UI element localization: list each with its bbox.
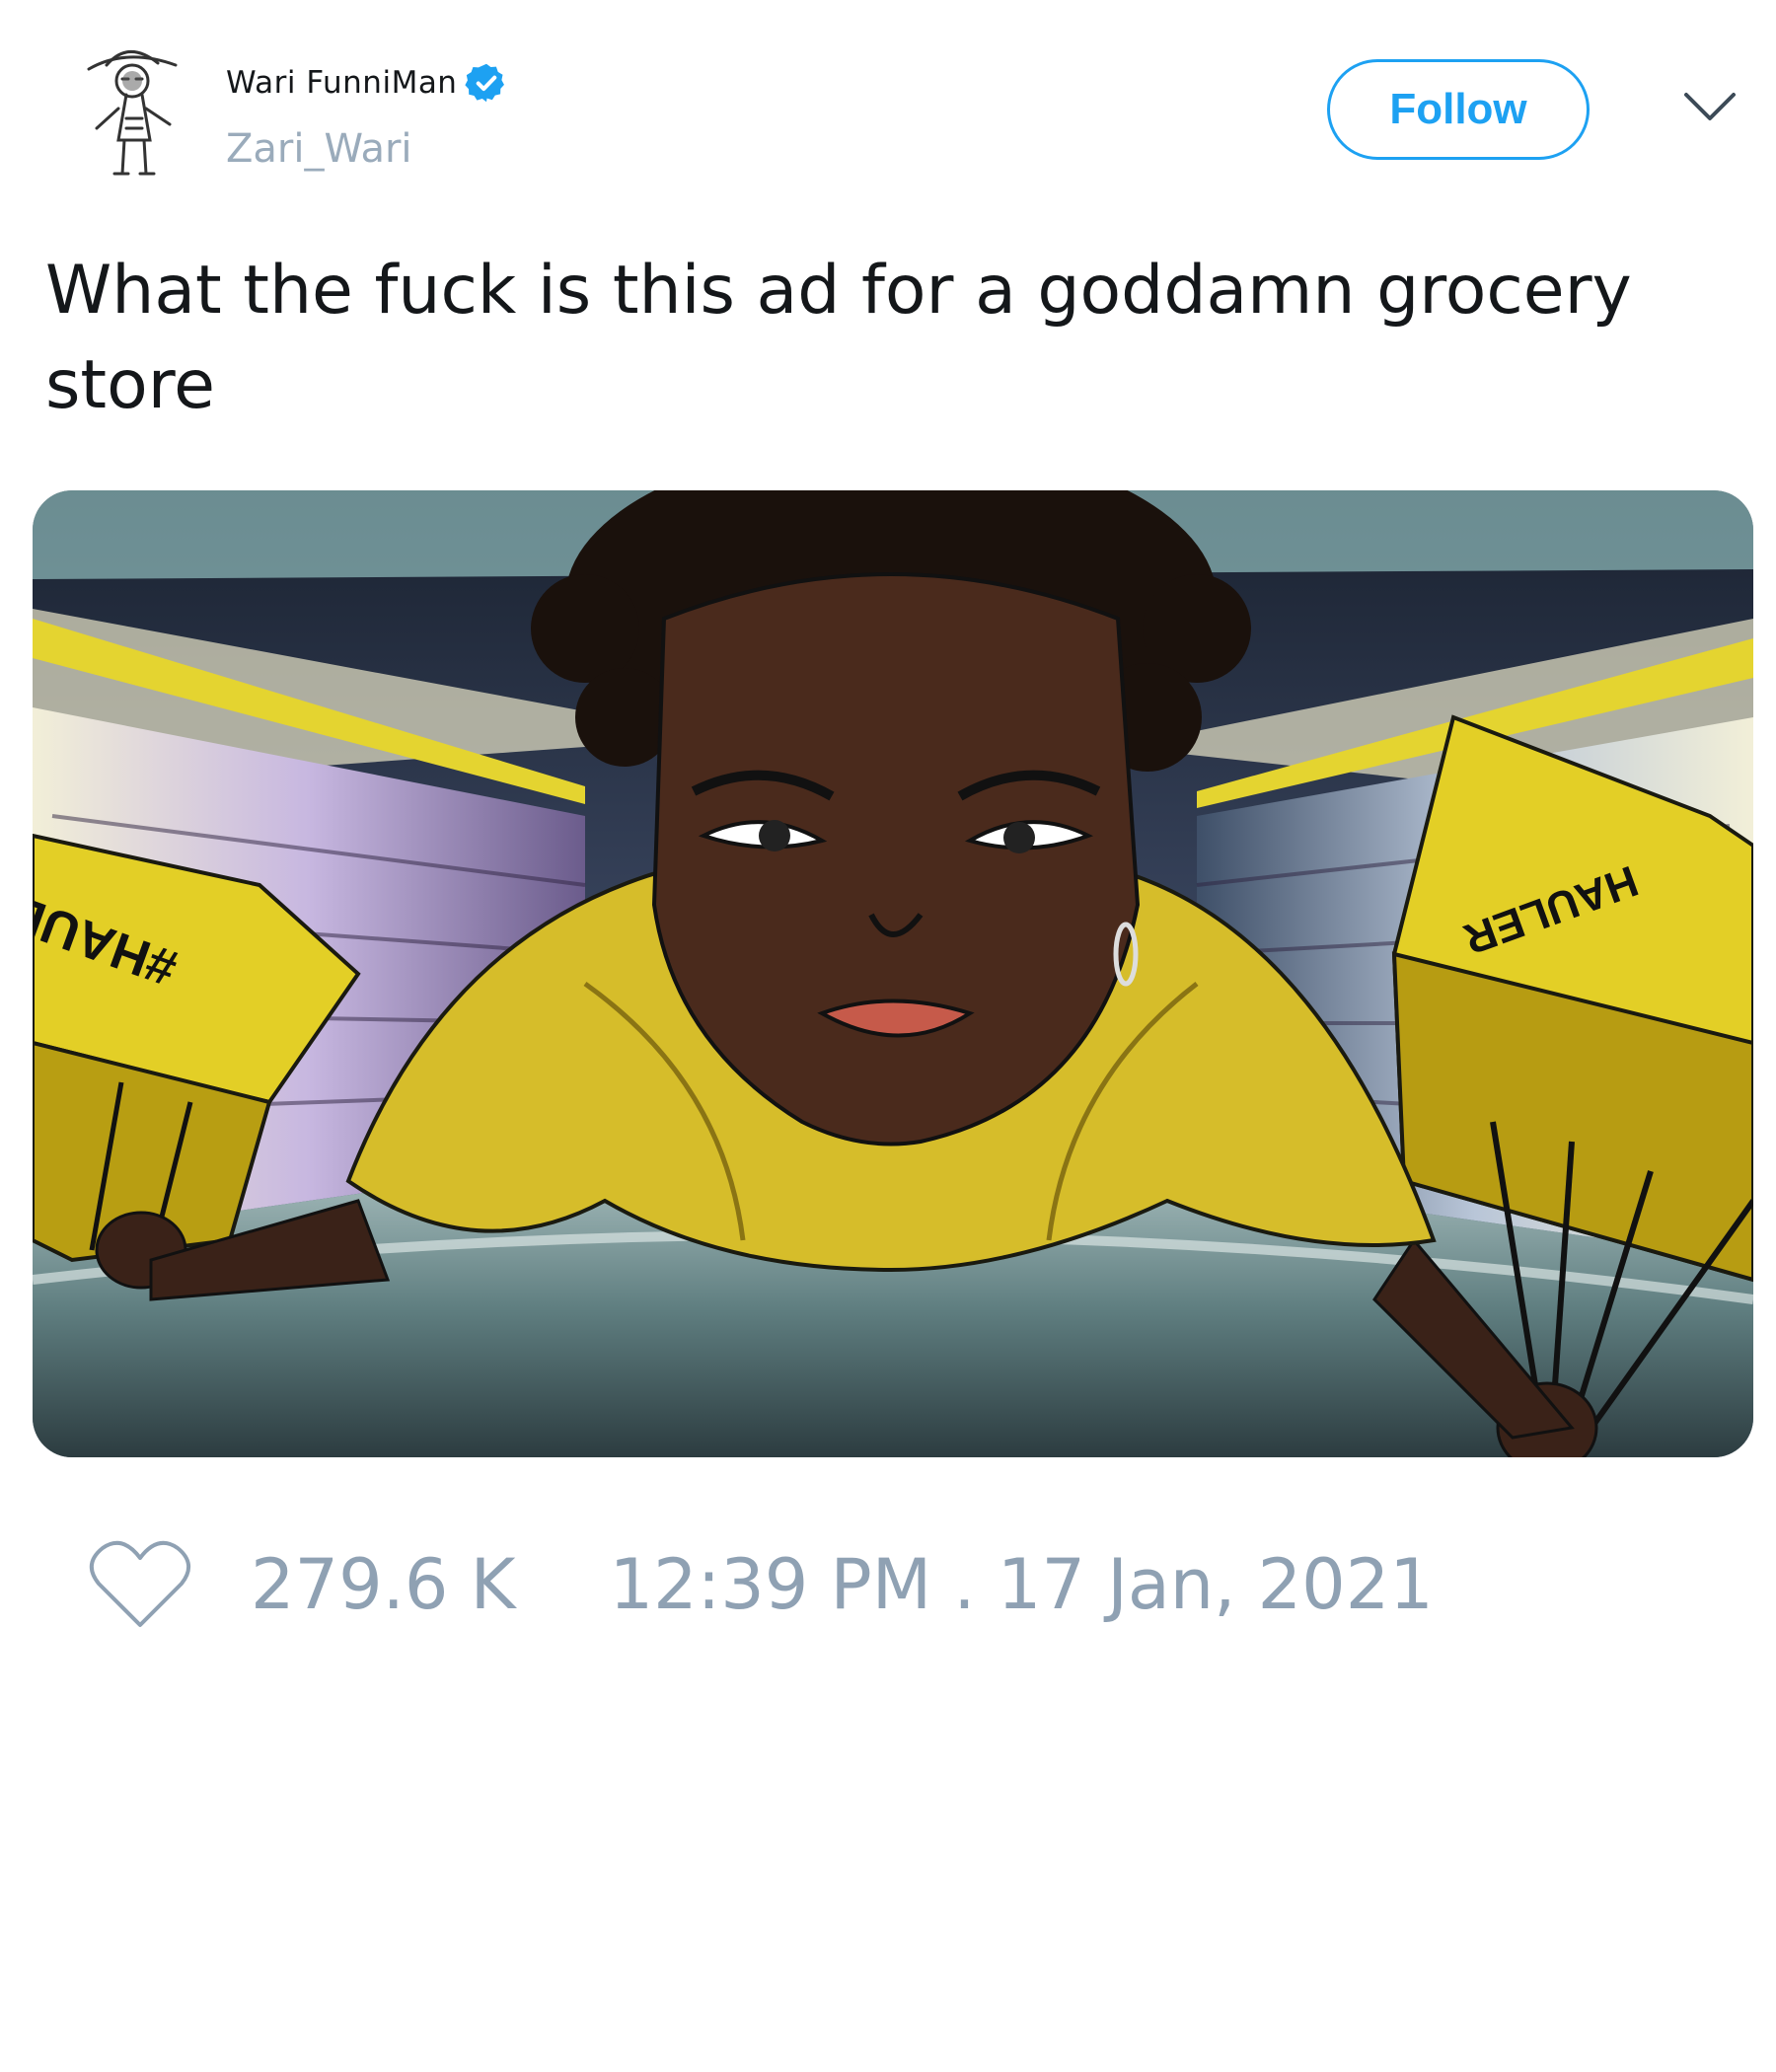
tweet-text: What the fuck is this ad for a goddamn g… [45, 252, 1632, 424]
follow-button[interactable]: Follow [1327, 59, 1590, 160]
like-count: 279.6 K [251, 1544, 516, 1625]
heart-icon[interactable] [89, 1538, 191, 1631]
display-name-text: Wari FunniMan [226, 65, 458, 101]
anime-shopper-illustration: #HAUL HAULER [33, 490, 1753, 1457]
chevron-down-icon[interactable] [1682, 87, 1738, 126]
tweet-media-image[interactable]: #HAUL HAULER [33, 490, 1753, 1457]
display-name[interactable]: Wari FunniMan [226, 61, 508, 105]
user-handle[interactable]: Zari_Wari [226, 126, 412, 172]
avatar[interactable] [67, 30, 200, 187]
tweet-card: Wari FunniMan Zari_Wari Follow What the … [0, 0, 1776, 2072]
tweet-timestamp[interactable]: 12:39 PM . 17 Jan, 2021 [610, 1544, 1434, 1625]
sketch-figure-avatar-icon [87, 50, 178, 176]
tweet-footer: 279.6 K 12:39 PM . 17 Jan, 2021 [89, 1535, 1434, 1634]
verified-badge-icon [465, 63, 505, 103]
